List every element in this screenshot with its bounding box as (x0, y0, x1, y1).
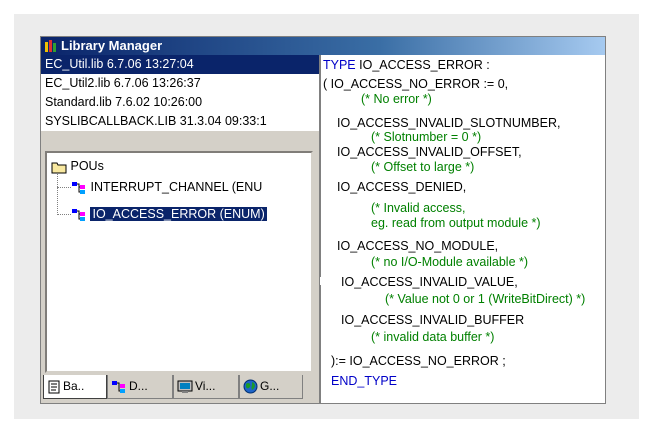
tree-connector (57, 214, 71, 215)
tab-globals[interactable]: G... (239, 375, 303, 399)
type-keyword: TYPE (323, 58, 356, 72)
library-list[interactable]: EC_Util.lib 6.7.06 13:27:04 EC_Util2.lib… (41, 55, 319, 131)
library-item[interactable]: SYSLIBCALLBACK.LIB 31.3.04 09:33:1 (41, 112, 319, 131)
splitter-handle[interactable] (320, 277, 322, 285)
globe-icon (243, 379, 258, 394)
code-line: TYPE IO_ACCESS_ERROR : (323, 58, 490, 73)
tree-connector (57, 187, 71, 188)
tab-label: D... (129, 379, 148, 393)
code-line: ( IO_ACCESS_NO_ERROR := 0, (323, 77, 509, 91)
code-line: IO_ACCESS_NO_MODULE, (337, 239, 499, 253)
tab-datatypes[interactable]: D... (107, 375, 173, 399)
code-line: IO_ACCESS_INVALID_VALUE, (341, 275, 518, 289)
folder-icon (51, 162, 67, 174)
library-item[interactable]: EC_Util2.lib 6.7.06 13:26:37 (41, 74, 319, 93)
tab-label: Vi... (195, 379, 216, 393)
library-item[interactable]: EC_Util.lib 6.7.06 13:27:04 (41, 55, 319, 74)
tree-item-io-access-error[interactable]: IO_ACCESS_ERROR (ENUM) (71, 205, 267, 223)
library-item[interactable]: Standard.lib 7.6.02 10:26:00 (41, 93, 319, 112)
code-comment: (* invalid data buffer *) (371, 330, 495, 344)
code-comment: (* Invalid access, (371, 201, 466, 215)
code-comment: (* Offset to large *) (371, 160, 475, 174)
pou-tree[interactable]: POUs INTERRUPT_CHANNEL (ENU IO_ACCESS_ER… (45, 151, 313, 373)
visualization-icon (177, 380, 193, 393)
declaration-editor[interactable]: TYPE IO_ACCESS_ERROR : ( IO_ACCESS_NO_ER… (319, 55, 605, 403)
datatype-icon (72, 181, 85, 194)
tree-item-label: INTERRUPT_CHANNEL (ENU (90, 180, 263, 194)
code-line: IO_ACCESS_INVALID_SLOTNUMBER, (337, 116, 561, 130)
type-name: IO_ACCESS_ERROR : (355, 58, 490, 72)
code-comment: (* Slotnumber = 0 *) (371, 130, 482, 144)
datatype-icon (112, 380, 125, 393)
window-title: Library Manager (61, 38, 163, 53)
tab-visualizations[interactable]: Vi... (173, 375, 239, 399)
tree-item-interrupt-channel[interactable]: INTERRUPT_CHANNEL (ENU (71, 178, 262, 196)
code-line: IO_ACCESS_INVALID_BUFFER (341, 313, 525, 327)
document-icon (48, 380, 60, 394)
code-line: ):= IO_ACCESS_NO_ERROR ; (331, 354, 506, 368)
tree-item-label: IO_ACCESS_ERROR (ENUM) (90, 207, 267, 221)
code-line: IO_ACCESS_INVALID_OFFSET, (337, 145, 522, 159)
code-comment: (* Value not 0 or 1 (WriteBitDirect) *) (385, 292, 586, 306)
tree-node-pous[interactable]: POUs (51, 157, 104, 175)
library-manager-window: Library Manager EC_Util.lib 6.7.06 13:27… (40, 36, 606, 404)
tab-label: G... (260, 379, 280, 393)
tab-blocks[interactable]: Ba.. (43, 375, 107, 399)
object-tabs: Ba.. D... Vi... G... (43, 375, 317, 401)
tree-root-label: POUs (70, 159, 104, 173)
code-comment: (* no I/O-Module available *) (371, 255, 529, 269)
end-type-keyword: END_TYPE (331, 374, 397, 388)
library-books-icon (45, 40, 56, 52)
tree-connector (57, 173, 58, 215)
title-bar[interactable]: Library Manager (41, 37, 605, 55)
code-line: IO_ACCESS_DENIED, (337, 180, 467, 194)
code-comment: (* No error *) (361, 92, 432, 106)
tab-label: Ba.. (63, 379, 85, 393)
code-comment: eg. read from output module *) (371, 216, 541, 230)
datatype-icon (72, 208, 85, 221)
